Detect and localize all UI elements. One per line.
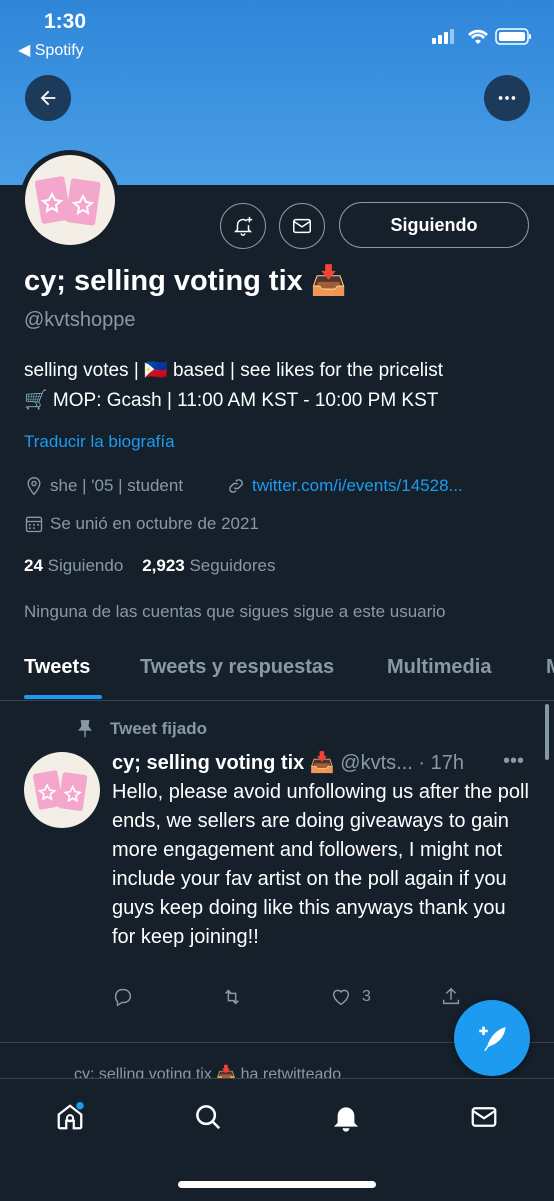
scrollbar[interactable] — [545, 704, 549, 760]
tab-media[interactable]: Multimedia — [387, 656, 491, 679]
home-icon — [57, 1102, 84, 1130]
tab-tweets[interactable]: Tweets — [24, 656, 90, 679]
retweet-icon — [225, 989, 239, 1005]
bell-plus-icon — [233, 216, 253, 236]
tweet-header: cy; selling voting tix 📥 @kvts... · 17h … — [112, 750, 532, 775]
tweet-handle: @kvts... — [340, 752, 413, 774]
profile-location: she | '05 | student — [24, 476, 183, 496]
joined-text: Se unió en octubre de 2021 — [50, 514, 259, 533]
retweet-button[interactable] — [220, 986, 244, 1008]
like-button[interactable]: 3 — [330, 986, 371, 1008]
link-text[interactable]: twitter.com/i/events/14528... — [252, 476, 463, 496]
arrow-left-icon — [40, 90, 56, 106]
compose-tweet-button[interactable] — [454, 1000, 530, 1076]
profile-link[interactable]: twitter.com/i/events/14528... — [226, 476, 463, 496]
tweet-more-button[interactable]: ••• — [503, 750, 524, 773]
heart-icon — [332, 989, 350, 1006]
nav-notifications[interactable] — [326, 1097, 366, 1137]
reply-button[interactable] — [112, 986, 134, 1008]
nav-home[interactable] — [50, 1097, 90, 1137]
followers-count: 2,923 — [142, 556, 185, 575]
back-button[interactable] — [25, 75, 71, 121]
status-bar: 1:30 ◀ Spotify — [0, 0, 554, 70]
bell-icon — [333, 1107, 359, 1132]
profile-joined: Se unió en octubre de 2021 — [24, 514, 259, 534]
profile-tabs: Tweets Tweets y respuestas Multimedia M — [0, 640, 554, 701]
mutual-followers-notice: Ninguna de las cuentas que sigues sigue … — [24, 602, 446, 621]
following-count-link[interactable]: 24 Siguiendo — [24, 556, 123, 575]
profile-name: cy; selling voting tix 📥 — [24, 265, 347, 297]
profile-bio: selling votes | 🇵🇭 based | see likes for… — [24, 356, 534, 416]
like-count: 3 — [362, 988, 371, 1005]
tweet-avatar[interactable] — [24, 752, 100, 828]
feather-plus-icon — [479, 1026, 506, 1052]
more-horizontal-icon — [498, 96, 516, 100]
location-text: she | '05 | student — [50, 476, 184, 495]
tweet-time: · 17h — [418, 752, 464, 774]
share-button[interactable] — [440, 986, 462, 1008]
more-options-button[interactable] — [484, 75, 530, 121]
tab-likes[interactable]: M — [546, 656, 554, 679]
followers-count-link[interactable]: 2,923 Seguidores — [142, 556, 275, 575]
envelope-icon — [471, 1107, 497, 1127]
link-icon — [229, 479, 243, 493]
follow-counts: 24 Siguiendo 2,923 Seguidores — [24, 556, 275, 576]
back-to-app-link[interactable]: ◀ Spotify — [18, 40, 84, 60]
translate-bio-link[interactable]: Traducir la biografía — [24, 432, 175, 452]
reply-icon — [114, 988, 132, 1007]
profile-avatar[interactable] — [20, 150, 120, 250]
next-tweet-peek: cy; selling voting tix 📥 ha retwitteado — [74, 1066, 342, 1078]
notifications-button[interactable] — [220, 203, 266, 249]
signal-wifi-battery-icon — [432, 28, 531, 45]
pinned-label: Tweet fijado — [74, 718, 207, 740]
search-icon — [196, 1105, 221, 1130]
following-button[interactable]: Siguiendo — [339, 202, 529, 248]
status-time: 1:30 — [44, 10, 87, 33]
envelope-icon — [293, 218, 311, 234]
active-tab-indicator — [24, 695, 102, 699]
following-label: Siguiendo — [47, 556, 124, 575]
followers-label: Seguidores — [189, 556, 276, 575]
profile-handle: @kvtshoppe — [24, 309, 136, 331]
calendar-icon — [25, 516, 43, 533]
location-pin-icon — [27, 476, 41, 496]
tweet-text: Hello, please avoid unfollowing us after… — [112, 781, 529, 948]
nav-search[interactable] — [188, 1097, 228, 1137]
following-count: 24 — [24, 556, 43, 575]
pin-icon — [78, 720, 92, 738]
tab-tweets-replies[interactable]: Tweets y respuestas — [140, 656, 334, 679]
nav-messages[interactable] — [464, 1097, 504, 1137]
ticket-logo-icon — [34, 176, 101, 226]
tweet-author[interactable]: cy; selling voting tix 📥 — [112, 752, 335, 774]
ticket-logo-icon — [33, 770, 88, 812]
bio-line: selling votes | 🇵🇭 based | see likes for… — [24, 360, 443, 381]
home-indicator[interactable] — [178, 1181, 376, 1188]
share-icon — [442, 987, 460, 1005]
bio-line: 🛒 MOP: Gcash | 11:00 AM KST - 10:00 PM K… — [24, 390, 439, 411]
message-button[interactable] — [279, 203, 325, 249]
pinned-text: Tweet fijado — [110, 719, 207, 738]
